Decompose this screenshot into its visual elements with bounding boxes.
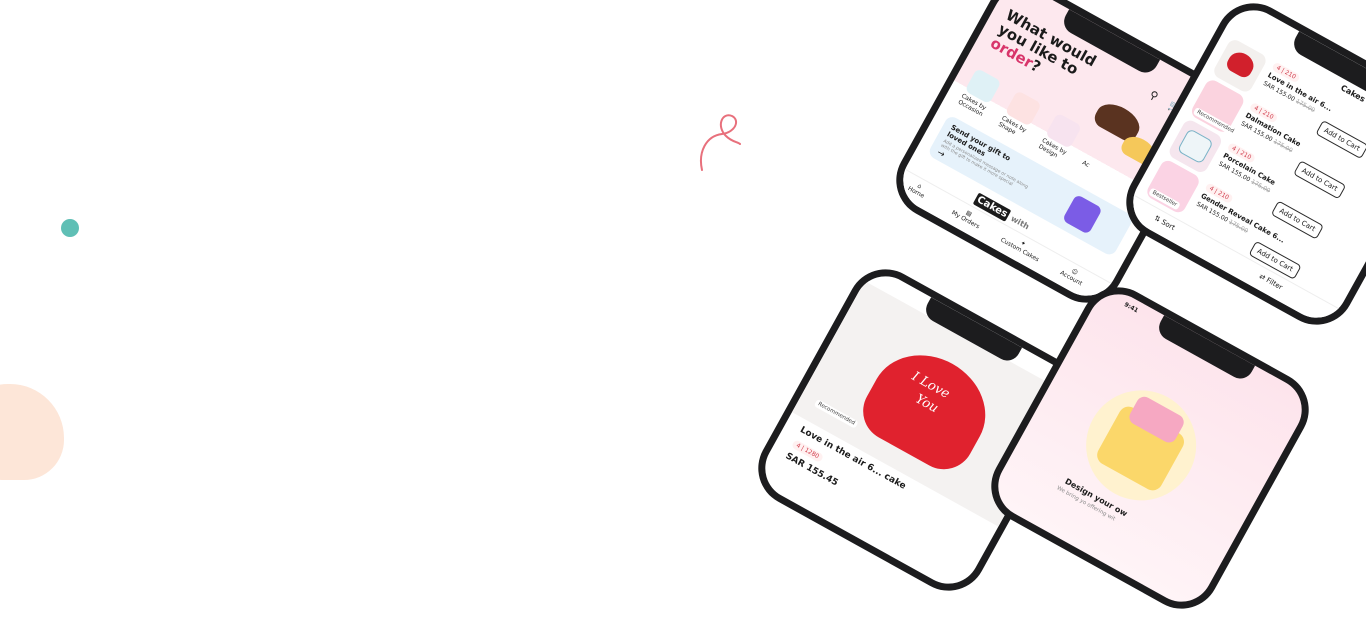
teal-dot-decoration xyxy=(61,219,79,237)
gift-box-icon xyxy=(1061,193,1103,235)
status-time: 9:41 xyxy=(1122,301,1140,315)
nav-custom-cakes[interactable]: ✦ Custom Cakes xyxy=(999,230,1043,263)
filter-label: Filter xyxy=(1264,276,1284,292)
arrow-right-icon[interactable]: → xyxy=(935,148,946,160)
nav-account[interactable]: ☺ Account xyxy=(1059,263,1087,288)
nav-home[interactable]: ⌂ Home xyxy=(907,179,929,199)
phone-custom-screen: 9:41 Design your ow We bring yo offering… xyxy=(977,273,1323,622)
sort-button[interactable]: ⇅ Sort xyxy=(1153,214,1177,232)
heart-cake-image: I Love You xyxy=(852,335,1005,480)
category-label-more[interactable]: Ac xyxy=(1081,159,1091,169)
phone-notch xyxy=(1154,315,1256,384)
search-icon[interactable]: ⚲ xyxy=(1147,88,1160,103)
recommended-badge: Recommended xyxy=(813,398,859,429)
squiggle-decoration xyxy=(700,114,741,171)
filter-button[interactable]: ⇄ Filter xyxy=(1258,272,1284,291)
peach-blob-decoration xyxy=(0,384,64,480)
sort-label: Sort xyxy=(1159,217,1177,232)
